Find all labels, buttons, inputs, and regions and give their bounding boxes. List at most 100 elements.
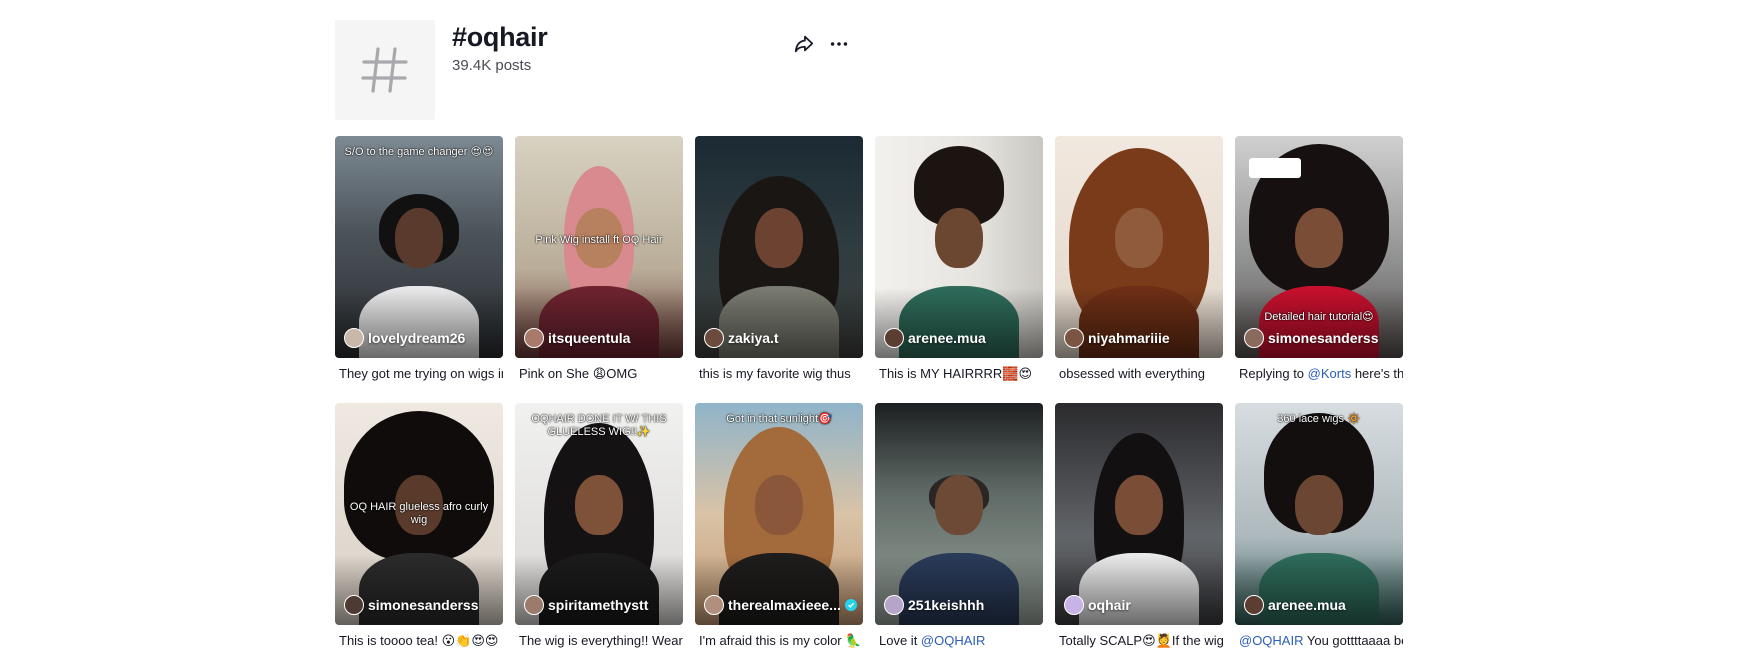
- video-author[interactable]: spiritamethystt: [524, 595, 648, 615]
- video-card[interactable]: S/O to the game changer 😍😍 lovelydream26 T…: [335, 136, 503, 384]
- video-card[interactable]: Got in that sunlight🎯 therealmaxieee... I'…: [695, 403, 863, 651]
- video-caption[interactable]: This is toooo tea! 😮👏😍😍: [335, 633, 503, 651]
- thumbnail-figure-face: [935, 208, 983, 268]
- caption-text: obsessed with everything: [1059, 366, 1205, 381]
- video-thumbnail[interactable]: 360 lace wigs 🔅 arenee.mua: [1235, 403, 1403, 625]
- video-overlay-text: 360 lace wigs 🔅: [1277, 413, 1361, 425]
- author-name: zakiya.t: [728, 330, 779, 346]
- author-name: lovelydream26: [368, 330, 466, 346]
- avatar: [524, 595, 544, 615]
- video-caption[interactable]: Love it @OQHAIR: [875, 633, 1043, 651]
- video-caption[interactable]: I'm afraid this is my color 🦜: [695, 633, 863, 651]
- author-name: simonesanderss: [368, 597, 479, 613]
- video-caption[interactable]: @OQHAIR You gottttaaaa be: [1235, 633, 1403, 651]
- video-author[interactable]: zakiya.t: [704, 328, 779, 348]
- video-thumbnail[interactable]: Detailed hair tutorial😍 simonesanderss: [1235, 136, 1403, 358]
- avatar: [524, 328, 544, 348]
- author-name: oqhair: [1088, 597, 1131, 613]
- video-thumbnail[interactable]: Pink Wig install ft OQ Hair itsqueentula: [515, 136, 683, 358]
- thumbnail-figure-face: [1295, 475, 1343, 535]
- posts-count: 39.4K posts: [452, 57, 532, 74]
- caption-mention-link[interactable]: @Korts: [1308, 366, 1352, 381]
- video-card[interactable]: OQHAIR DONE IT W/ THIS GLUELESS WIG!!✨ sp…: [515, 403, 683, 651]
- video-overlay-text: OQ HAIR glueless afro curly wig: [349, 501, 489, 526]
- avatar: [1064, 328, 1084, 348]
- caption-text: Totally SCALP😍💆If the wigs: [1059, 633, 1223, 648]
- caption-mention-link[interactable]: @OQHAIR: [921, 633, 985, 648]
- video-overlay-text: S/O to the game changer 😍😍: [344, 146, 494, 158]
- avatar: [704, 595, 724, 615]
- author-name: niyahmariiie: [1088, 330, 1170, 346]
- caption-text: This is MY HAIRRRR🧱😍: [879, 366, 1033, 381]
- caption-text: here's the: [1354, 366, 1403, 381]
- video-card[interactable]: niyahmariiie obsessed with everything: [1055, 136, 1223, 384]
- avatar: [884, 328, 904, 348]
- caption-text: this is my favorite wig thus: [699, 366, 851, 381]
- caption-text: You gottttaaaa be: [1303, 633, 1403, 648]
- video-card[interactable]: arenee.mua This is MY HAIRRRR🧱😍: [875, 136, 1043, 384]
- video-card[interactable]: 251keishhh Love it @OQHAIR: [875, 403, 1043, 651]
- share-arrow-icon: [794, 35, 814, 53]
- video-caption[interactable]: They got me trying on wigs in: [335, 366, 503, 384]
- video-overlay-text: Pink Wig install ft OQ Hair: [535, 234, 663, 246]
- avatar: [344, 328, 364, 348]
- avatar: [704, 328, 724, 348]
- video-card[interactable]: Detailed hair tutorial😍 simonesanderss Rep…: [1235, 136, 1403, 384]
- video-author[interactable]: therealmaxieee...: [704, 595, 857, 615]
- video-thumbnail[interactable]: OQ HAIR glueless afro curly wig simonesan…: [335, 403, 503, 625]
- video-thumbnail[interactable]: S/O to the game changer 😍😍 lovelydream26: [335, 136, 503, 358]
- video-author[interactable]: niyahmariiie: [1064, 328, 1170, 348]
- video-author[interactable]: arenee.mua: [1244, 595, 1346, 615]
- thumbnail-figure-face: [1295, 208, 1343, 268]
- video-thumbnail[interactable]: Got in that sunlight🎯 therealmaxieee...: [695, 403, 863, 625]
- video-author[interactable]: simonesanderss: [344, 595, 479, 615]
- video-caption[interactable]: Pink on She 😩OMG: [515, 366, 683, 384]
- video-caption[interactable]: Replying to @Korts here's the: [1235, 366, 1403, 384]
- ellipsis-icon: [830, 42, 848, 46]
- video-card[interactable]: oqhair Totally SCALP😍💆If the wigs: [1055, 403, 1223, 651]
- reply-sticker: [1249, 158, 1301, 178]
- video-overlay-text: Detailed hair tutorial😍: [1264, 311, 1374, 323]
- thumbnail-figure-face: [1115, 208, 1163, 268]
- hashtag-header: #oqhair 39.4K posts: [335, 20, 1405, 120]
- video-card[interactable]: Pink Wig install ft OQ Hair itsqueentula P…: [515, 136, 683, 384]
- video-author[interactable]: 251keishhh: [884, 595, 984, 615]
- thumbnail-figure-face: [575, 475, 623, 535]
- author-name: spiritamethystt: [548, 597, 649, 613]
- video-thumbnail[interactable]: OQHAIR DONE IT W/ THIS GLUELESS WIG!!✨ sp…: [515, 403, 683, 625]
- video-caption[interactable]: Totally SCALP😍💆If the wigs: [1055, 633, 1223, 651]
- video-caption[interactable]: The wig is everything!! Wear 2: [515, 633, 683, 651]
- caption-text: I'm afraid this is my color 🦜: [699, 633, 862, 648]
- video-thumbnail[interactable]: zakiya.t: [695, 136, 863, 358]
- thumbnail-figure-face: [935, 475, 983, 535]
- video-author[interactable]: itsqueentula: [524, 328, 630, 348]
- video-card[interactable]: 360 lace wigs 🔅 arenee.mua @OQHAIR You got…: [1235, 403, 1403, 651]
- author-name: arenee.mua: [1268, 597, 1346, 613]
- video-card[interactable]: OQ HAIR glueless afro curly wig simonesan…: [335, 403, 503, 651]
- caption-text: Love it: [879, 633, 921, 648]
- thumbnail-figure-face: [755, 475, 803, 535]
- avatar: [1244, 328, 1264, 348]
- video-thumbnail[interactable]: oqhair: [1055, 403, 1223, 625]
- avatar: [344, 595, 364, 615]
- video-card[interactable]: zakiya.t this is my favorite wig thus: [695, 136, 863, 384]
- video-author[interactable]: simonesanderss: [1244, 328, 1379, 348]
- caption-text: Replying to: [1239, 366, 1308, 381]
- thumbnail-figure-face: [755, 208, 803, 268]
- video-author[interactable]: oqhair: [1064, 595, 1131, 615]
- video-thumbnail[interactable]: 251keishhh: [875, 403, 1043, 625]
- caption-text: The wig is everything!! Wear 2: [519, 633, 683, 648]
- more-options-button[interactable]: [823, 28, 855, 60]
- author-name: itsqueentula: [548, 330, 631, 346]
- video-author[interactable]: lovelydream26: [344, 328, 465, 348]
- video-caption[interactable]: This is MY HAIRRRR🧱😍: [875, 366, 1043, 384]
- share-button[interactable]: [788, 28, 820, 60]
- caption-mention-link[interactable]: @OQHAIR: [1239, 633, 1303, 648]
- video-author[interactable]: arenee.mua: [884, 328, 986, 348]
- video-caption[interactable]: obsessed with everything: [1055, 366, 1223, 384]
- verified-check-icon: [844, 599, 857, 611]
- video-thumbnail[interactable]: arenee.mua: [875, 136, 1043, 358]
- thumbnail-figure-face: [395, 208, 443, 268]
- video-caption[interactable]: this is my favorite wig thus: [695, 366, 863, 384]
- video-thumbnail[interactable]: niyahmariiie: [1055, 136, 1223, 358]
